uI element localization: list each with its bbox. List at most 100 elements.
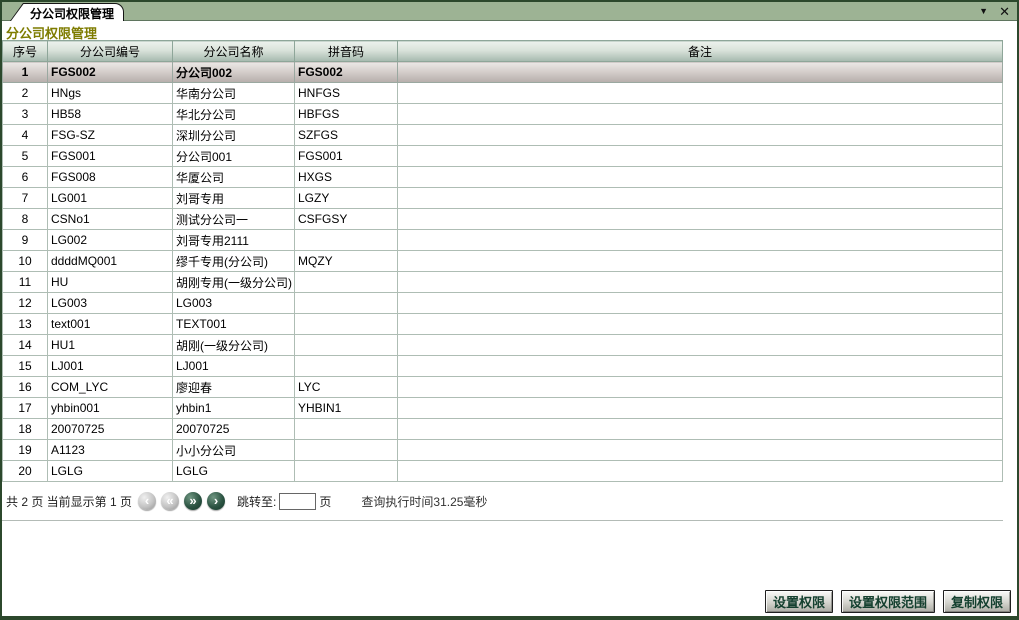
cell-remark xyxy=(398,440,1003,461)
jump-unit: 页 xyxy=(319,493,331,510)
cell-code: LG002 xyxy=(48,230,173,251)
table-row[interactable]: 7 LG001 刘哥专用 LGZY xyxy=(3,188,1003,209)
cell-remark xyxy=(398,188,1003,209)
table-row[interactable]: 16 COM_LYC 廖迎春 LYC xyxy=(3,377,1003,398)
cell-remark xyxy=(398,293,1003,314)
page-title: 分公司权限管理 xyxy=(2,21,1017,39)
cell-pinyin xyxy=(295,440,398,461)
table-row[interactable]: 8 CSNo1 测试分公司一 CSFGSY xyxy=(3,209,1003,230)
cell-no: 13 xyxy=(3,314,48,335)
cell-code: LJ001 xyxy=(48,356,173,377)
table-row[interactable]: 13 text001 TEXT001 xyxy=(3,314,1003,335)
cell-pinyin: YHBIN1 xyxy=(295,398,398,419)
cell-no: 8 xyxy=(3,209,48,230)
column-header-remark: 备注 xyxy=(398,41,1003,62)
table-row[interactable]: 1 FGS002 分公司002 FGS002 xyxy=(3,62,1003,83)
copy-permission-button[interactable]: 复制权限 xyxy=(943,590,1011,613)
table-row[interactable]: 20 LGLG LGLG xyxy=(3,461,1003,482)
cell-remark xyxy=(398,314,1003,335)
column-header-name: 分公司名称 xyxy=(173,41,295,62)
table-row[interactable]: 19 A1123 小小分公司 xyxy=(3,440,1003,461)
cell-name: TEXT001 xyxy=(173,314,295,335)
cell-code: FGS001 xyxy=(48,146,173,167)
cell-no: 4 xyxy=(3,125,48,146)
cell-no: 9 xyxy=(3,230,48,251)
cell-pinyin: LGZY xyxy=(295,188,398,209)
cell-name: 深圳分公司 xyxy=(173,125,295,146)
table-row[interactable]: 2 HNgs 华南分公司 HNFGS xyxy=(3,83,1003,104)
cell-name: 20070725 xyxy=(173,419,295,440)
cell-remark xyxy=(398,146,1003,167)
cell-code: HB58 xyxy=(48,104,173,125)
cell-pinyin: HBFGS xyxy=(295,104,398,125)
column-header-no: 序号 xyxy=(3,41,48,62)
pagination-summary: 共 2 页 当前显示第 1 页 xyxy=(6,493,132,510)
cell-name: 测试分公司一 xyxy=(173,209,295,230)
set-permission-button[interactable]: 设置权限 xyxy=(765,590,833,613)
cell-pinyin xyxy=(295,356,398,377)
cell-pinyin: FGS001 xyxy=(295,146,398,167)
cell-remark xyxy=(398,104,1003,125)
cell-pinyin xyxy=(295,272,398,293)
table-row[interactable]: 4 FSG-SZ 深圳分公司 SZFGS xyxy=(3,125,1003,146)
column-header-pinyin: 拼音码 xyxy=(295,41,398,62)
cell-name: LG003 xyxy=(173,293,295,314)
cell-pinyin xyxy=(295,314,398,335)
cell-no: 3 xyxy=(3,104,48,125)
cell-remark xyxy=(398,167,1003,188)
cell-pinyin: HXGS xyxy=(295,167,398,188)
table-row[interactable]: 17 yhbin001 yhbin1 YHBIN1 xyxy=(3,398,1003,419)
cell-no: 7 xyxy=(3,188,48,209)
table-row[interactable]: 18 20070725 20070725 xyxy=(3,419,1003,440)
cell-pinyin xyxy=(295,230,398,251)
cell-code: HU1 xyxy=(48,335,173,356)
page-first-button[interactable]: « xyxy=(161,492,179,510)
cell-code: LG001 xyxy=(48,188,173,209)
page-last-button[interactable]: » xyxy=(184,492,202,510)
table-row[interactable]: 9 LG002 刘哥专用2111 xyxy=(3,230,1003,251)
cell-name: 刘哥专用2111 xyxy=(173,230,295,251)
table-body: 1 FGS002 分公司002 FGS002 2 HNgs 华南分公司 HNFG… xyxy=(3,62,1003,482)
cell-no: 19 xyxy=(3,440,48,461)
table-row[interactable]: 5 FGS001 分公司001 FGS001 xyxy=(3,146,1003,167)
page-prev-button[interactable]: ‹ xyxy=(138,492,156,510)
table-row[interactable]: 3 HB58 华北分公司 HBFGS xyxy=(3,104,1003,125)
close-icon[interactable]: ✕ xyxy=(999,5,1010,18)
cell-remark xyxy=(398,125,1003,146)
cell-name: 缪千专用(分公司) xyxy=(173,251,295,272)
pagination-bar: 共 2 页 当前显示第 1 页 ‹«»› 跳转至: 页 查询执行时间31.25毫… xyxy=(2,482,1003,521)
cell-name: 华南分公司 xyxy=(173,83,295,104)
footer-buttons: 设置权限设置权限范围复制权限 xyxy=(765,590,1011,613)
cell-name: 胡刚专用(一级分公司) xyxy=(173,272,295,293)
cell-no: 6 xyxy=(3,167,48,188)
cell-pinyin: MQZY xyxy=(295,251,398,272)
tab-branch-permission[interactable]: 分公司权限管理 xyxy=(10,3,124,21)
cell-code: LGLG xyxy=(48,461,173,482)
cell-remark xyxy=(398,230,1003,251)
cell-code: LG003 xyxy=(48,293,173,314)
cell-pinyin xyxy=(295,293,398,314)
cell-no: 14 xyxy=(3,335,48,356)
cell-code: A1123 xyxy=(48,440,173,461)
cell-no: 11 xyxy=(3,272,48,293)
page-next-button[interactable]: › xyxy=(207,492,225,510)
dropdown-icon[interactable]: ▼ xyxy=(979,7,988,16)
table-row[interactable]: 14 HU1 胡刚(一级分公司) xyxy=(3,335,1003,356)
table-row[interactable]: 10 ddddMQ001 缪千专用(分公司) MQZY xyxy=(3,251,1003,272)
set-permission-scope-button[interactable]: 设置权限范围 xyxy=(841,590,935,613)
table-row[interactable]: 6 FGS008 华厦公司 HXGS xyxy=(3,167,1003,188)
cell-no: 16 xyxy=(3,377,48,398)
branch-table: 序号 分公司编号 分公司名称 拼音码 备注 1 FGS002 分公司002 FG… xyxy=(2,40,1003,482)
table-row[interactable]: 11 HU 胡刚专用(一级分公司) xyxy=(3,272,1003,293)
table-row[interactable]: 12 LG003 LG003 xyxy=(3,293,1003,314)
cell-no: 18 xyxy=(3,419,48,440)
cell-name: LJ001 xyxy=(173,356,295,377)
cell-remark xyxy=(398,62,1003,83)
cell-remark xyxy=(398,251,1003,272)
table-row[interactable]: 15 LJ001 LJ001 xyxy=(3,356,1003,377)
jump-page-input[interactable] xyxy=(279,493,316,510)
column-header-code: 分公司编号 xyxy=(48,41,173,62)
cell-code: FGS008 xyxy=(48,167,173,188)
cell-name: yhbin1 xyxy=(173,398,295,419)
cell-pinyin: SZFGS xyxy=(295,125,398,146)
